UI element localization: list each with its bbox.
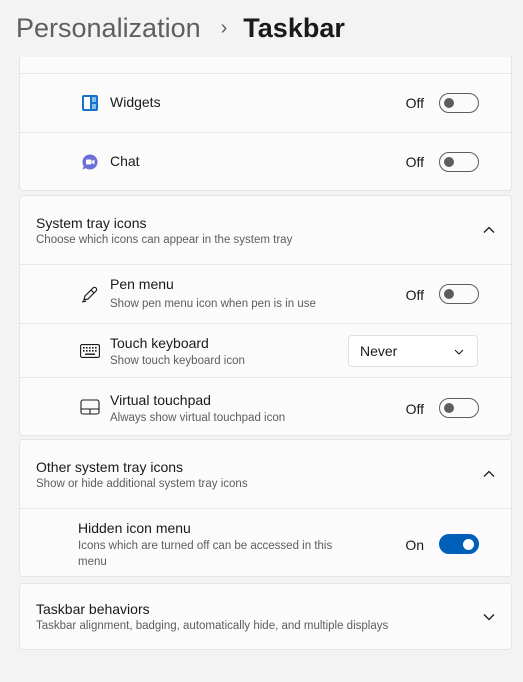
pen-menu-toggle[interactable] (439, 284, 479, 304)
virtual-touchpad-toggle[interactable] (439, 398, 479, 418)
chevron-up-icon[interactable] (481, 222, 497, 238)
toggle-knob (444, 403, 454, 413)
chevron-down-icon (454, 349, 464, 355)
hidden-icon-menu-desc-line2: menu (78, 556, 107, 568)
touch-keyboard-dropdown[interactable]: Never (348, 335, 478, 367)
pen-menu-desc: Show pen menu icon when pen is in use (110, 298, 316, 310)
toggle-knob (463, 538, 474, 550)
chevron-up-icon[interactable] (481, 466, 497, 482)
touch-keyboard-label: Touch keyboard (110, 335, 209, 351)
hidden-icon-menu-row[interactable]: Hidden icon menu Icons which are turned … (20, 508, 511, 576)
pen-icon (80, 284, 100, 304)
chevron-down-icon[interactable] (481, 609, 497, 625)
virtual-touchpad-label: Virtual touchpad (110, 392, 211, 408)
touchpad-icon (80, 397, 100, 417)
breadcrumb-personalization[interactable]: Personalization (16, 13, 201, 44)
scrolled-row-remnant (20, 57, 511, 73)
touch-keyboard-row[interactable]: Touch keyboard Show touch keyboard icon … (20, 323, 511, 377)
virtual-touchpad-desc: Always show virtual touchpad icon (110, 412, 286, 424)
page-title: Taskbar (243, 12, 345, 43)
taskbar-behaviors-title: Taskbar behaviors (36, 601, 150, 617)
taskbar-behaviors-panel[interactable]: Taskbar behaviors Taskbar alignment, bad… (19, 583, 512, 650)
chat-icon (80, 152, 100, 172)
system-tray-panel: System tray icons Choose which icons can… (19, 195, 512, 436)
breadcrumb: Personalization › Taskbar (16, 12, 345, 44)
chat-state: Off (405, 154, 424, 170)
hidden-icon-menu-desc-line1: Icons which are turned off can be access… (78, 540, 333, 552)
hidden-icon-menu-state: On (405, 537, 424, 553)
breadcrumb-separator: › (220, 16, 228, 39)
hidden-icon-menu-toggle[interactable] (439, 534, 479, 554)
widgets-label: Widgets (110, 94, 161, 110)
toggle-knob (444, 289, 454, 299)
widgets-toggle[interactable] (439, 93, 479, 113)
other-tray-panel: Other system tray icons Show or hide add… (19, 439, 512, 577)
widgets-state: Off (405, 95, 424, 111)
toggle-knob (444, 157, 454, 167)
other-tray-subtitle: Show or hide additional system tray icon… (36, 478, 248, 490)
other-tray-header[interactable]: Other system tray icons Show or hide add… (20, 440, 511, 508)
system-tray-header[interactable]: System tray icons Choose which icons can… (20, 196, 511, 264)
chat-toggle[interactable] (439, 152, 479, 172)
chat-row[interactable]: Chat Off (20, 132, 511, 190)
widgets-icon (80, 93, 100, 113)
virtual-touchpad-row[interactable]: Virtual touchpad Always show virtual tou… (20, 377, 511, 435)
taskbar-items-panel: Widgets Off Chat Off (19, 57, 512, 191)
pen-menu-state: Off (405, 287, 424, 303)
widgets-row[interactable]: Widgets Off (20, 73, 511, 132)
touch-keyboard-value: Never (360, 343, 398, 359)
keyboard-icon (80, 341, 100, 361)
hidden-icon-menu-label: Hidden icon menu (78, 520, 191, 536)
toggle-knob (444, 98, 454, 108)
chat-label: Chat (110, 153, 140, 169)
system-tray-title: System tray icons (36, 215, 147, 231)
pen-menu-label: Pen menu (110, 276, 174, 292)
pen-menu-row[interactable]: Pen menu Show pen menu icon when pen is … (20, 264, 511, 323)
virtual-touchpad-state: Off (405, 401, 424, 417)
other-tray-title: Other system tray icons (36, 459, 184, 475)
touch-keyboard-desc: Show touch keyboard icon (110, 355, 245, 367)
system-tray-subtitle: Choose which icons can appear in the sys… (36, 234, 293, 246)
taskbar-behaviors-subtitle: Taskbar alignment, badging, automaticall… (36, 620, 389, 632)
